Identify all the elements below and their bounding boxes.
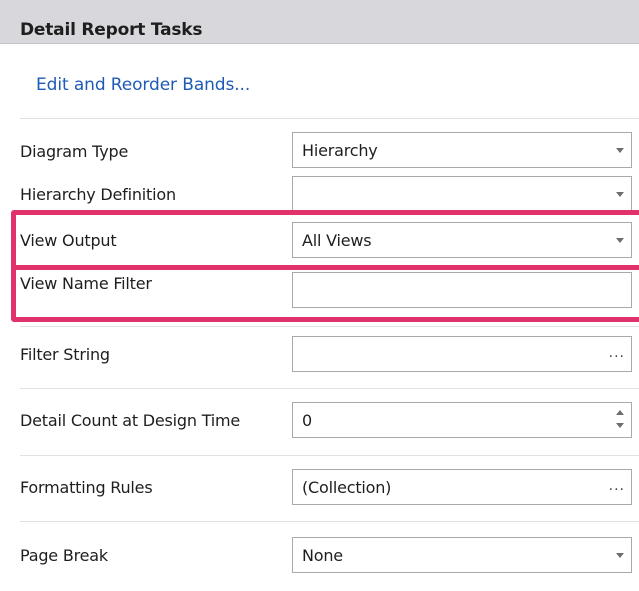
hierarchy-definition-dropdown[interactable] [292,176,632,212]
diagram-type-value: Hierarchy [302,141,378,160]
spinner-arrows-icon[interactable] [615,407,625,433]
property-label-view-output: View Output [20,231,117,250]
chevron-down-icon[interactable] [616,192,624,197]
detail-count-spinner[interactable]: 0 [292,402,632,438]
view-name-filter-input[interactable] [292,272,632,308]
formatting-rules-value: (Collection) [302,478,392,497]
property-label-detail-count: Detail Count at Design Time [20,411,241,430]
divider [20,118,639,119]
view-output-value: All Views [302,231,372,250]
chevron-down-icon[interactable] [616,148,624,153]
property-label-page-break: Page Break [20,546,108,565]
detail-report-tasks-panel: Detail Report Tasks Edit and Reorder Ban… [0,0,639,591]
page-break-value: None [302,546,343,565]
highlight-annotation-divider [11,265,639,270]
divider [20,455,639,456]
edit-reorder-bands-link[interactable]: Edit and Reorder Bands... [36,75,250,95]
chevron-down-icon[interactable] [616,238,624,243]
ellipsis-icon[interactable]: ... [609,345,625,361]
view-output-dropdown[interactable]: All Views [292,222,632,258]
property-label-view-name-filter: View Name Filter [20,274,152,293]
property-label-hierarchy-definition: Hierarchy Definition [20,185,176,204]
spinner-down-icon[interactable] [616,423,624,428]
panel-header: Detail Report Tasks [0,0,639,44]
diagram-type-dropdown[interactable]: Hierarchy [292,132,632,168]
divider [20,326,639,327]
chevron-down-icon[interactable] [616,553,624,558]
property-label-filter-string: Filter String [20,345,110,364]
property-label-diagram-type: Diagram Type [20,142,129,161]
divider [20,388,639,389]
ellipsis-icon[interactable]: ... [609,478,625,494]
detail-count-value: 0 [302,411,312,430]
formatting-rules-input[interactable]: (Collection) ... [292,469,632,505]
page-break-dropdown[interactable]: None [292,537,632,573]
panel-title: Detail Report Tasks [20,20,203,40]
spinner-up-icon[interactable] [616,410,624,415]
property-label-formatting-rules: Formatting Rules [20,478,153,497]
filter-string-input[interactable]: ... [292,336,632,372]
divider [20,521,639,522]
